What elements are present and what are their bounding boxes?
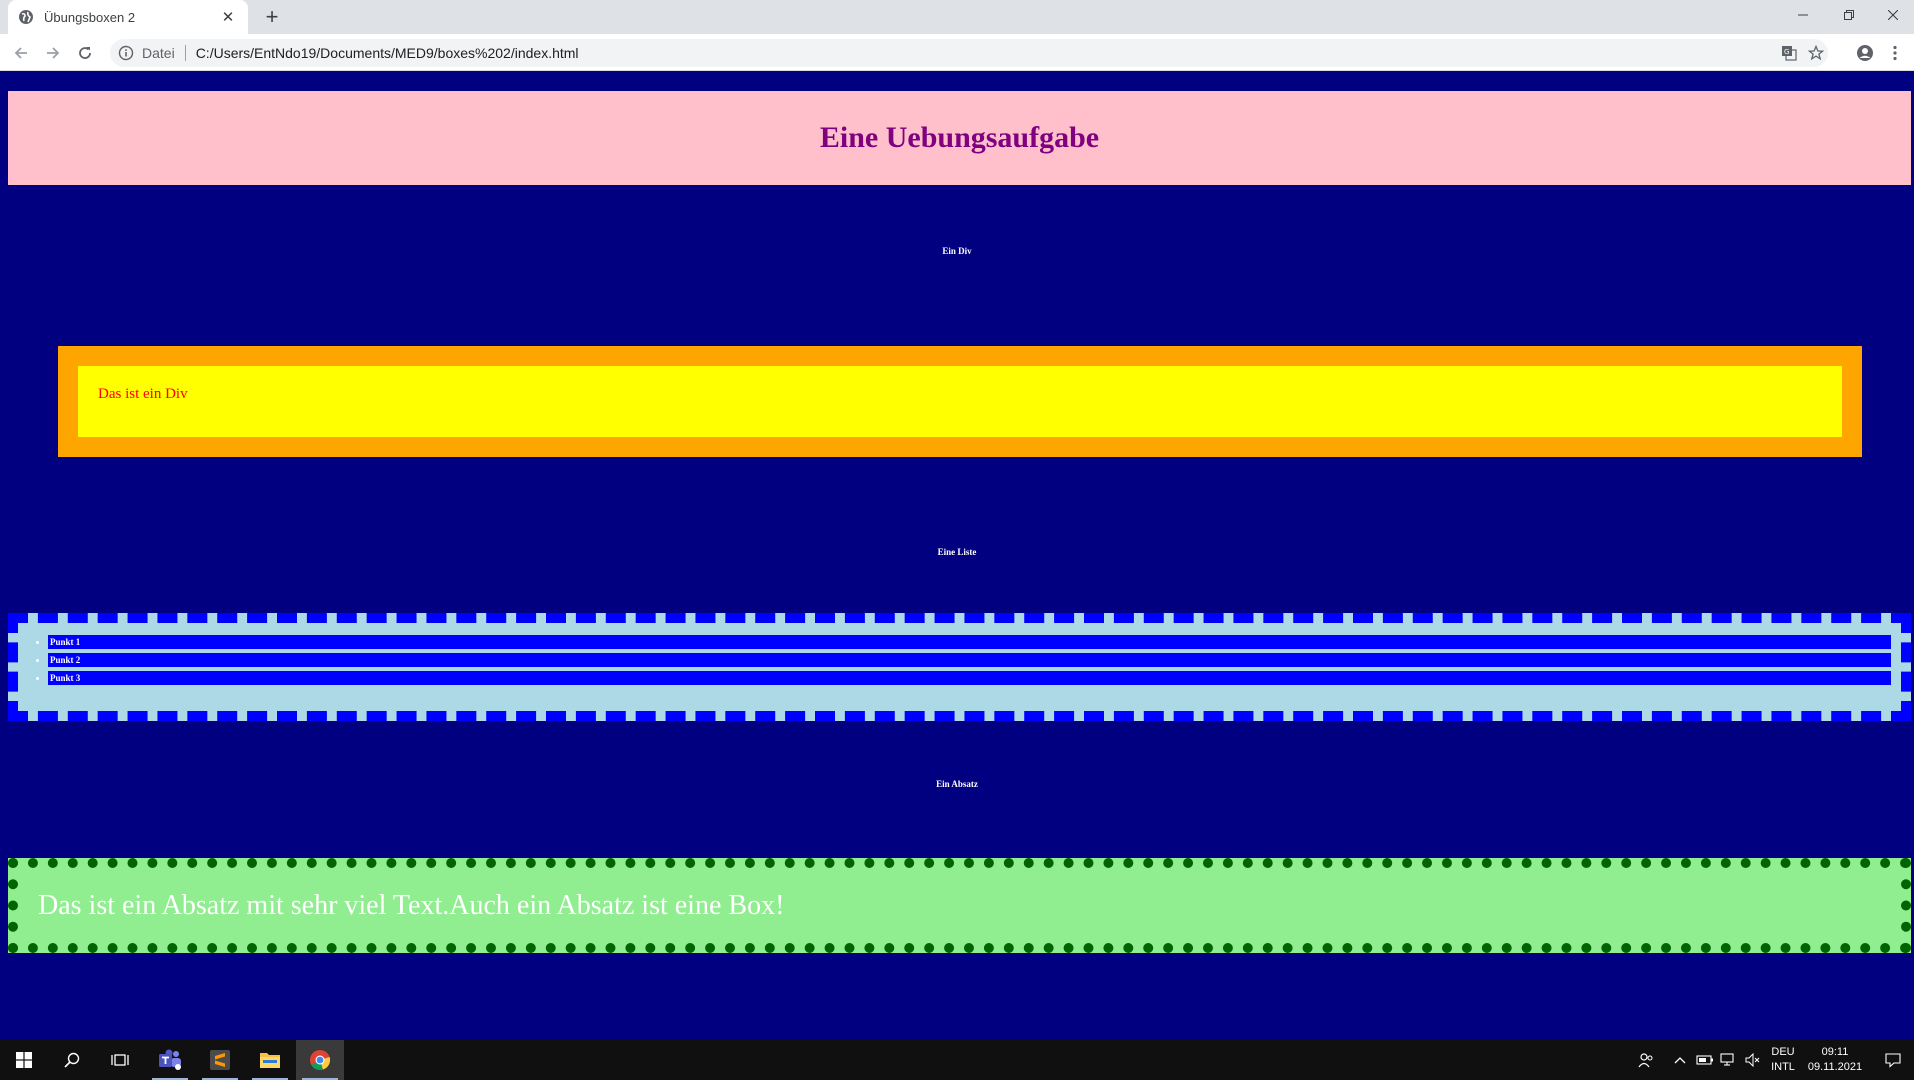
browser-toolbar: Datei C:/Users/EntNdo19/Documents/MED9/b… <box>0 34 1914 71</box>
profile-button[interactable] <box>1852 40 1878 66</box>
chevron-up-icon <box>1674 1057 1686 1064</box>
teams-app-button[interactable] <box>146 1040 194 1080</box>
network-button[interactable] <box>1718 1040 1740 1080</box>
search-icon <box>64 1052 80 1068</box>
translate-button[interactable]: G <box>1776 39 1802 67</box>
folder-icon <box>260 1053 280 1068</box>
list-item: Punkt 1 <box>48 635 1891 649</box>
people-button[interactable] <box>1632 1040 1660 1080</box>
arrow-right-icon <box>47 47 60 59</box>
page-header: Eine Uebungsaufgabe <box>8 91 1911 185</box>
notification-icon <box>1885 1053 1901 1068</box>
div-box: Das ist ein Div <box>58 346 1862 457</box>
clock[interactable]: 09:11 09.11.2021 <box>1804 1040 1866 1080</box>
volume-muted-icon <box>1745 1053 1760 1067</box>
network-icon <box>1720 1053 1734 1066</box>
page-viewport: Eine Uebungsaufgabe Ein Div Das ist ein … <box>0 71 1914 1040</box>
paragraph-box: Das ist ein Absatz mit sehr viel Text.Au… <box>8 858 1911 953</box>
task-view-icon <box>111 1054 129 1066</box>
menu-button[interactable] <box>1884 40 1906 66</box>
sublime-text-button[interactable] <box>196 1040 244 1080</box>
div-box-text: Das ist ein Div <box>98 386 188 402</box>
bookmark-button[interactable] <box>1803 39 1829 67</box>
clock-date: 09.11.2021 <box>1807 1061 1863 1073</box>
list-item: Punkt 3 <box>48 671 1891 685</box>
teams-icon <box>159 1049 181 1070</box>
battery-button[interactable] <box>1694 1040 1716 1080</box>
file-explorer-button[interactable] <box>246 1040 294 1080</box>
minimize-icon <box>1798 14 1808 16</box>
avatar-icon <box>1857 45 1873 61</box>
list-item: Punkt 2 <box>48 653 1891 667</box>
sublime-text-icon <box>210 1050 230 1070</box>
translate-icon: G <box>1782 46 1797 61</box>
tab-close-icon[interactable]: ✕ <box>218 8 238 26</box>
kebab-menu-icon <box>1893 45 1897 61</box>
minimize-button[interactable] <box>1780 0 1826 30</box>
windows-logo-icon <box>16 1052 32 1068</box>
list-section-heading: Eine Liste <box>937 547 977 557</box>
action-center-button[interactable] <box>1872 1040 1914 1080</box>
div-box-inner: Das ist ein Div <box>78 366 1842 437</box>
address-url[interactable]: C:/Users/EntNdo19/Documents/MED9/boxes%2… <box>196 45 579 61</box>
language-secondary: INTL <box>1771 1061 1795 1073</box>
svg-text:G: G <box>1784 48 1789 56</box>
forward-button[interactable] <box>40 40 66 66</box>
show-hidden-icons-button[interactable] <box>1670 1040 1690 1080</box>
arrow-left-icon <box>14 47 27 59</box>
search-button[interactable] <box>48 1040 96 1080</box>
address-scheme: Datei <box>142 45 175 61</box>
restore-button[interactable] <box>1826 0 1872 30</box>
close-window-button[interactable] <box>1872 0 1914 30</box>
browser-tabstrip: Übungsboxen 2 ✕ + <box>0 0 1914 34</box>
tab-title: Übungsboxen 2 <box>44 9 136 25</box>
div-section-heading: Ein Div <box>942 246 972 256</box>
reload-icon <box>79 47 91 59</box>
close-icon <box>1888 10 1898 20</box>
battery-icon <box>1696 1055 1713 1065</box>
task-view-button[interactable] <box>96 1040 144 1080</box>
paragraph-section-heading: Ein Absatz <box>936 779 978 789</box>
language-indicator[interactable]: DEU INTL <box>1766 1040 1800 1080</box>
globe-icon <box>18 9 34 25</box>
volume-button[interactable] <box>1742 1040 1764 1080</box>
reload-button[interactable] <box>72 40 98 66</box>
address-bar[interactable]: Datei C:/Users/EntNdo19/Documents/MED9/b… <box>110 39 1828 67</box>
info-icon[interactable] <box>118 45 134 61</box>
star-icon <box>1808 45 1824 61</box>
bullet-list: Punkt 1 Punkt 2 Punkt 3 <box>28 635 1891 685</box>
people-icon <box>1638 1053 1653 1068</box>
paragraph-text: Das ist ein Absatz mit sehr viel Text.Au… <box>38 889 785 921</box>
address-separator <box>184 45 186 61</box>
language-primary: DEU <box>1771 1046 1795 1058</box>
chrome-app-button[interactable] <box>296 1040 344 1080</box>
browser-tab[interactable]: Übungsboxen 2 ✕ <box>8 0 248 34</box>
new-tab-button[interactable]: + <box>258 4 286 32</box>
list-box: Punkt 1 Punkt 2 Punkt 3 <box>8 613 1911 721</box>
taskbar: DEU INTL 09:11 09.11.2021 <box>0 1040 1914 1080</box>
back-button[interactable] <box>8 40 34 66</box>
start-button[interactable] <box>0 1040 48 1080</box>
clock-time: 09:11 <box>1821 1046 1849 1058</box>
chrome-icon <box>310 1050 331 1070</box>
page-title: Eine Uebungsaufgabe <box>819 121 1100 154</box>
restore-icon <box>1844 10 1854 20</box>
